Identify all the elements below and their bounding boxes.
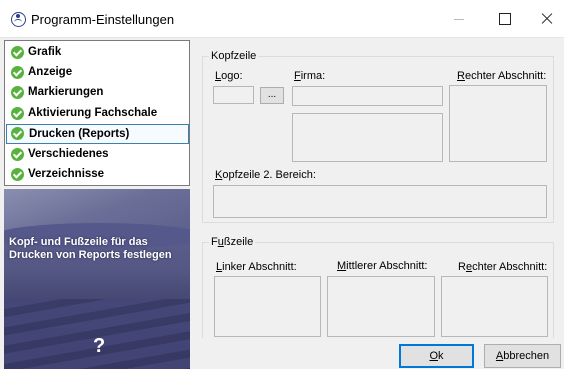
kopfzeile-legend: Kopfzeile <box>209 50 259 62</box>
kopfzeile-group: Kopfzeile Logo: ... Firma: Rechter Absch… <box>202 50 554 223</box>
help-question-icon: ? <box>93 335 106 357</box>
landscape-fields-image <box>4 299 190 369</box>
check-icon <box>11 148 24 161</box>
fusszeile-linker-abschnitt-field[interactable] <box>214 276 321 337</box>
fusszeile-group: Fußzeile Linker Abschnitt: Mittlerer Abs… <box>202 236 554 338</box>
window-title: Programm-Einstellungen <box>31 12 175 27</box>
nav-item-drucken-reports[interactable]: Drucken (Reports) <box>6 124 189 144</box>
minimize-button[interactable] <box>436 0 482 38</box>
nav-item-markierungen[interactable]: Markierungen <box>6 83 189 103</box>
logo-browse-button[interactable]: ... <box>260 87 284 104</box>
close-button[interactable] <box>518 0 564 38</box>
nav-item-label: Markierungen <box>28 86 104 98</box>
check-icon <box>11 86 24 99</box>
nav-item-label: Aktivierung Fachschale <box>28 107 158 119</box>
nav-item-grafik[interactable]: Grafik <box>6 43 189 63</box>
title-bar: Programm-Einstellungen <box>0 0 564 38</box>
logo-field[interactable] <box>213 86 254 104</box>
check-icon <box>11 127 24 140</box>
rechter-abschnitt-label: Rechter Abschnitt: <box>457 70 547 82</box>
logo-label: Logo: <box>215 70 243 82</box>
cancel-button[interactable]: Abbrechen <box>484 344 561 368</box>
nav-item-label: Anzeige <box>28 66 73 78</box>
firma-label: Firma: <box>294 70 326 82</box>
nav-item-label: Drucken (Reports) <box>29 128 130 140</box>
check-icon <box>11 46 24 59</box>
nav-item-label: Grafik <box>28 46 62 58</box>
nav-item-label: Verzeichnisse <box>28 168 105 180</box>
fusszeile-legend: Fußzeile <box>209 236 256 248</box>
nav-item-verschiedenes[interactable]: Verschiedenes <box>6 145 189 165</box>
settings-category-list: Grafik Anzeige Markierungen Aktivierung … <box>4 40 190 186</box>
app-person-icon <box>11 12 26 27</box>
check-icon <box>11 107 24 120</box>
check-icon <box>11 66 24 79</box>
kopfzeile-2-bereich-field[interactable] <box>213 185 547 218</box>
kopfzeile-2-bereich-label: Kopfzeile 2. Bereich: <box>215 169 316 181</box>
print-settings-panel: Kopfzeile Logo: ... Firma: Rechter Absch… <box>192 38 564 338</box>
fusszeile-mittlerer-abschnitt-field[interactable] <box>327 276 435 337</box>
firma-multiline-field[interactable] <box>292 113 443 162</box>
linker-abschnitt-label: Linker Abschnitt: <box>216 261 297 273</box>
nav-item-anzeige[interactable]: Anzeige <box>6 63 189 83</box>
kopfzeile-rechter-abschnitt-field[interactable] <box>449 85 547 162</box>
firma-field[interactable] <box>292 86 443 106</box>
nav-item-verzeichnisse[interactable]: Verzeichnisse <box>6 165 189 185</box>
fusszeile-rechter-abschnitt-field[interactable] <box>441 276 548 337</box>
help-description: Kopf- und Fußzeile für das Drucken von R… <box>9 236 172 261</box>
mittlerer-abschnitt-label: Mittlerer Abschnitt: <box>337 260 428 272</box>
check-icon <box>11 168 24 181</box>
ok-button[interactable]: Ok <box>399 344 474 368</box>
nav-item-aktivierung-fachschale[interactable]: Aktivierung Fachschale <box>6 104 189 124</box>
help-panel: Kopf- und Fußzeile für das Drucken von R… <box>4 189 190 369</box>
landscape-image <box>4 189 190 249</box>
nav-item-label: Verschiedenes <box>28 148 109 160</box>
fusszeile-rechter-abschnitt-label: Rechter Abschnitt: <box>458 261 548 273</box>
